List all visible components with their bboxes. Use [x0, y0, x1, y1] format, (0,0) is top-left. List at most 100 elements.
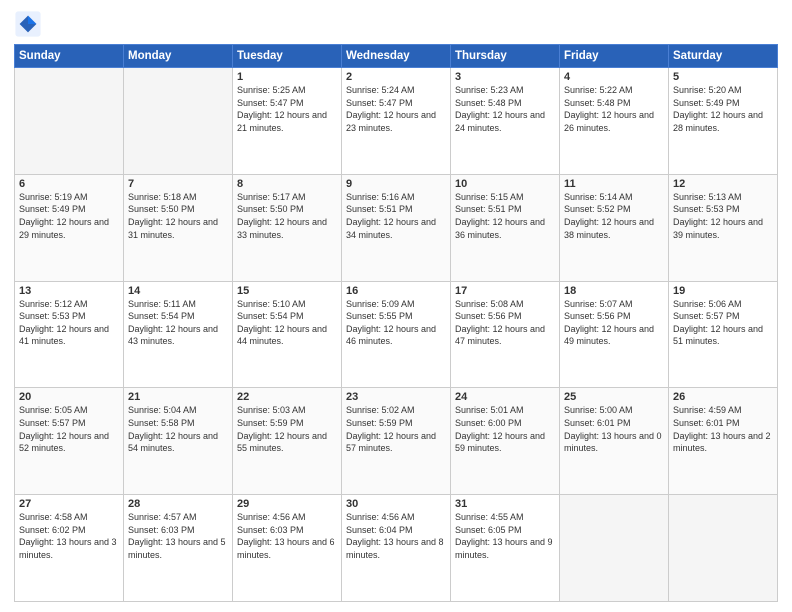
day-number: 15 [237, 285, 337, 297]
day-number: 22 [237, 391, 337, 403]
calendar-cell: 28Sunrise: 4:57 AMSunset: 6:03 PMDayligh… [124, 495, 233, 602]
day-number: 3 [455, 71, 555, 83]
calendar-cell: 3Sunrise: 5:23 AMSunset: 5:48 PMDaylight… [451, 68, 560, 175]
header [14, 10, 778, 38]
day-number: 12 [673, 178, 773, 190]
cell-info: Sunrise: 5:12 AMSunset: 5:53 PMDaylight:… [19, 298, 119, 348]
calendar-cell: 20Sunrise: 5:05 AMSunset: 5:57 PMDayligh… [15, 388, 124, 495]
cell-info: Sunrise: 5:01 AMSunset: 6:00 PMDaylight:… [455, 404, 555, 454]
calendar-cell: 2Sunrise: 5:24 AMSunset: 5:47 PMDaylight… [342, 68, 451, 175]
day-number: 26 [673, 391, 773, 403]
cell-info: Sunrise: 4:56 AMSunset: 6:03 PMDaylight:… [237, 511, 337, 561]
calendar-cell [124, 68, 233, 175]
logo-icon [14, 10, 42, 38]
calendar-cell: 7Sunrise: 5:18 AMSunset: 5:50 PMDaylight… [124, 174, 233, 281]
calendar-cell: 22Sunrise: 5:03 AMSunset: 5:59 PMDayligh… [233, 388, 342, 495]
cell-info: Sunrise: 4:58 AMSunset: 6:02 PMDaylight:… [19, 511, 119, 561]
day-number: 17 [455, 285, 555, 297]
calendar-cell: 9Sunrise: 5:16 AMSunset: 5:51 PMDaylight… [342, 174, 451, 281]
day-number: 24 [455, 391, 555, 403]
cell-info: Sunrise: 5:13 AMSunset: 5:53 PMDaylight:… [673, 191, 773, 241]
cell-info: Sunrise: 5:16 AMSunset: 5:51 PMDaylight:… [346, 191, 446, 241]
calendar-cell: 23Sunrise: 5:02 AMSunset: 5:59 PMDayligh… [342, 388, 451, 495]
cell-info: Sunrise: 5:14 AMSunset: 5:52 PMDaylight:… [564, 191, 664, 241]
cell-info: Sunrise: 5:09 AMSunset: 5:55 PMDaylight:… [346, 298, 446, 348]
day-number: 14 [128, 285, 228, 297]
calendar-cell: 27Sunrise: 4:58 AMSunset: 6:02 PMDayligh… [15, 495, 124, 602]
calendar-cell: 30Sunrise: 4:56 AMSunset: 6:04 PMDayligh… [342, 495, 451, 602]
weekday-header-wednesday: Wednesday [342, 45, 451, 68]
calendar-cell: 21Sunrise: 5:04 AMSunset: 5:58 PMDayligh… [124, 388, 233, 495]
cell-info: Sunrise: 5:03 AMSunset: 5:59 PMDaylight:… [237, 404, 337, 454]
day-number: 5 [673, 71, 773, 83]
day-number: 6 [19, 178, 119, 190]
cell-info: Sunrise: 5:18 AMSunset: 5:50 PMDaylight:… [128, 191, 228, 241]
weekday-header-friday: Friday [560, 45, 669, 68]
calendar-cell: 10Sunrise: 5:15 AMSunset: 5:51 PMDayligh… [451, 174, 560, 281]
calendar-table: SundayMondayTuesdayWednesdayThursdayFrid… [14, 44, 778, 602]
calendar-cell: 19Sunrise: 5:06 AMSunset: 5:57 PMDayligh… [669, 281, 778, 388]
day-number: 20 [19, 391, 119, 403]
weekday-header-sunday: Sunday [15, 45, 124, 68]
day-number: 2 [346, 71, 446, 83]
cell-info: Sunrise: 5:11 AMSunset: 5:54 PMDaylight:… [128, 298, 228, 348]
calendar-cell: 24Sunrise: 5:01 AMSunset: 6:00 PMDayligh… [451, 388, 560, 495]
calendar-cell: 18Sunrise: 5:07 AMSunset: 5:56 PMDayligh… [560, 281, 669, 388]
day-number: 25 [564, 391, 664, 403]
day-number: 19 [673, 285, 773, 297]
weekday-header-saturday: Saturday [669, 45, 778, 68]
logo [14, 10, 46, 38]
cell-info: Sunrise: 5:00 AMSunset: 6:01 PMDaylight:… [564, 404, 664, 454]
day-number: 29 [237, 498, 337, 510]
calendar-cell: 31Sunrise: 4:55 AMSunset: 6:05 PMDayligh… [451, 495, 560, 602]
cell-info: Sunrise: 5:15 AMSunset: 5:51 PMDaylight:… [455, 191, 555, 241]
day-number: 31 [455, 498, 555, 510]
cell-info: Sunrise: 5:04 AMSunset: 5:58 PMDaylight:… [128, 404, 228, 454]
cell-info: Sunrise: 5:24 AMSunset: 5:47 PMDaylight:… [346, 84, 446, 134]
cell-info: Sunrise: 5:17 AMSunset: 5:50 PMDaylight:… [237, 191, 337, 241]
day-number: 9 [346, 178, 446, 190]
weekday-header-tuesday: Tuesday [233, 45, 342, 68]
day-number: 8 [237, 178, 337, 190]
calendar-cell: 25Sunrise: 5:00 AMSunset: 6:01 PMDayligh… [560, 388, 669, 495]
weekday-header-monday: Monday [124, 45, 233, 68]
cell-info: Sunrise: 5:23 AMSunset: 5:48 PMDaylight:… [455, 84, 555, 134]
day-number: 27 [19, 498, 119, 510]
cell-info: Sunrise: 4:55 AMSunset: 6:05 PMDaylight:… [455, 511, 555, 561]
day-number: 30 [346, 498, 446, 510]
cell-info: Sunrise: 5:08 AMSunset: 5:56 PMDaylight:… [455, 298, 555, 348]
calendar-cell: 17Sunrise: 5:08 AMSunset: 5:56 PMDayligh… [451, 281, 560, 388]
calendar-cell: 16Sunrise: 5:09 AMSunset: 5:55 PMDayligh… [342, 281, 451, 388]
day-number: 16 [346, 285, 446, 297]
calendar-cell [560, 495, 669, 602]
day-number: 21 [128, 391, 228, 403]
calendar-cell [15, 68, 124, 175]
calendar-cell: 15Sunrise: 5:10 AMSunset: 5:54 PMDayligh… [233, 281, 342, 388]
cell-info: Sunrise: 5:25 AMSunset: 5:47 PMDaylight:… [237, 84, 337, 134]
day-number: 28 [128, 498, 228, 510]
weekday-header-row: SundayMondayTuesdayWednesdayThursdayFrid… [15, 45, 778, 68]
cell-info: Sunrise: 4:56 AMSunset: 6:04 PMDaylight:… [346, 511, 446, 561]
calendar-cell: 12Sunrise: 5:13 AMSunset: 5:53 PMDayligh… [669, 174, 778, 281]
calendar-week-4: 20Sunrise: 5:05 AMSunset: 5:57 PMDayligh… [15, 388, 778, 495]
calendar-cell: 4Sunrise: 5:22 AMSunset: 5:48 PMDaylight… [560, 68, 669, 175]
calendar-cell [669, 495, 778, 602]
page: SundayMondayTuesdayWednesdayThursdayFrid… [0, 0, 792, 612]
calendar-cell: 26Sunrise: 4:59 AMSunset: 6:01 PMDayligh… [669, 388, 778, 495]
calendar-cell: 11Sunrise: 5:14 AMSunset: 5:52 PMDayligh… [560, 174, 669, 281]
cell-info: Sunrise: 5:19 AMSunset: 5:49 PMDaylight:… [19, 191, 119, 241]
calendar-cell: 29Sunrise: 4:56 AMSunset: 6:03 PMDayligh… [233, 495, 342, 602]
calendar-week-3: 13Sunrise: 5:12 AMSunset: 5:53 PMDayligh… [15, 281, 778, 388]
cell-info: Sunrise: 5:06 AMSunset: 5:57 PMDaylight:… [673, 298, 773, 348]
cell-info: Sunrise: 5:20 AMSunset: 5:49 PMDaylight:… [673, 84, 773, 134]
calendar-week-1: 1Sunrise: 5:25 AMSunset: 5:47 PMDaylight… [15, 68, 778, 175]
day-number: 18 [564, 285, 664, 297]
cell-info: Sunrise: 5:10 AMSunset: 5:54 PMDaylight:… [237, 298, 337, 348]
calendar-cell: 5Sunrise: 5:20 AMSunset: 5:49 PMDaylight… [669, 68, 778, 175]
calendar-cell: 13Sunrise: 5:12 AMSunset: 5:53 PMDayligh… [15, 281, 124, 388]
cell-info: Sunrise: 5:22 AMSunset: 5:48 PMDaylight:… [564, 84, 664, 134]
day-number: 4 [564, 71, 664, 83]
cell-info: Sunrise: 5:02 AMSunset: 5:59 PMDaylight:… [346, 404, 446, 454]
calendar-week-2: 6Sunrise: 5:19 AMSunset: 5:49 PMDaylight… [15, 174, 778, 281]
calendar-cell: 8Sunrise: 5:17 AMSunset: 5:50 PMDaylight… [233, 174, 342, 281]
